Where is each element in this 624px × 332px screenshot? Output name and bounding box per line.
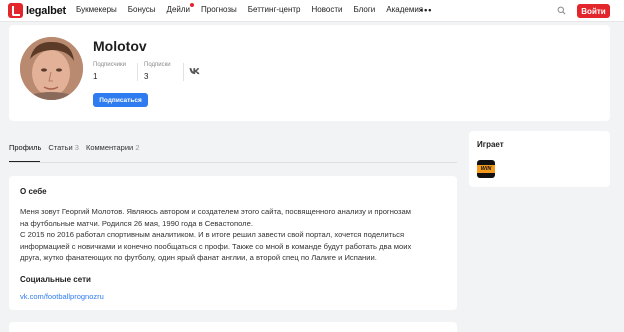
vk-icon[interactable]: [189, 67, 200, 75]
nav-item-blogs[interactable]: Блоги: [353, 5, 375, 14]
legalbet-logo[interactable]: legalbet: [8, 3, 66, 18]
tab-profile[interactable]: Профиль: [9, 143, 41, 152]
vk-profile-link[interactable]: vk.com/footballprognozru: [20, 292, 104, 301]
active-tab-indicator: [9, 161, 40, 162]
top-header: legalbet Букмекеры Бонусы Дейли Прогнозы…: [0, 0, 624, 22]
nav-item-betting-center[interactable]: Беттинг-центр: [248, 5, 301, 14]
nav-item-daily[interactable]: Дейли: [166, 3, 195, 14]
about-line: Меня зовут Георгий Молотов. Являюсь авто…: [20, 207, 411, 216]
subscribers-value: 1: [93, 72, 98, 81]
stat-divider: [183, 63, 184, 81]
social-title: Социальные сети: [20, 275, 91, 284]
about-line: друга, жутко фанатеющих по футболу, один…: [20, 253, 377, 262]
subscribe-button[interactable]: Подписаться: [93, 93, 148, 107]
tab-profile-label: Профиль: [9, 143, 42, 152]
subscriptions-stat[interactable]: Подписки 3: [144, 62, 171, 81]
nav-item-predictions[interactable]: Прогнозы: [201, 5, 237, 14]
login-button[interactable]: Войти: [577, 4, 610, 18]
subscribers-stat[interactable]: Подписчики 1: [93, 62, 126, 81]
stat-divider: [137, 63, 138, 81]
plays-title: Играет: [477, 140, 504, 149]
nav-item-academy[interactable]: Академия: [386, 5, 423, 14]
nav-item-bonuses[interactable]: Бонусы: [128, 5, 156, 14]
plays-card: Играет WIN: [469, 131, 610, 187]
tab-comments-label: Комментарии: [85, 143, 134, 152]
about-line: информацией с новичками и конечно пообща…: [20, 241, 412, 251]
subscriptions-label: Подписки: [144, 62, 171, 68]
nav-item-bookmakers[interactable]: Букмекеры: [76, 5, 117, 14]
avatar: [20, 37, 83, 100]
profile-tabs: Профиль Статьи 3 Комментарии 2: [9, 143, 146, 152]
logo-text: legalbet: [26, 4, 66, 17]
about-card: О себе Меня зовут Георгий Молотов. Являю…: [9, 176, 457, 310]
tab-comments-count: 2: [135, 143, 140, 152]
tab-articles[interactable]: Статьи 3: [48, 143, 79, 152]
bookmaker-logo-text: WIN: [480, 166, 492, 172]
tab-comments[interactable]: Комментарии 2: [86, 143, 140, 152]
next-section-card: [9, 322, 457, 332]
tabs-divider: [9, 162, 457, 163]
more-menu-icon[interactable]: •••: [420, 5, 432, 15]
profile-name: Molotov: [93, 38, 147, 54]
logo-mark-icon: [8, 3, 23, 18]
avatar-photo: [20, 37, 83, 100]
about-line: С 2015 по 2016 работал спортивным аналит…: [20, 230, 405, 239]
notification-dot: [190, 3, 195, 7]
profile-card: Molotov Подписчики 1 Подписки 3 Подписат…: [9, 25, 610, 121]
tab-articles-label: Статьи: [48, 143, 73, 152]
main-nav: Букмекеры Бонусы Дейли Прогнозы Беттинг-…: [76, 3, 434, 14]
nav-item-news[interactable]: Новости: [312, 5, 343, 14]
nav-item-daily-label: Дейли: [166, 5, 191, 14]
about-text: Меня зовут Георгий Молотов. Являюсь авто…: [20, 206, 450, 264]
subscriptions-value: 3: [144, 72, 149, 81]
about-title: О себе: [20, 187, 47, 196]
about-line: на футбольные матчи. Родился 26 мая, 199…: [20, 218, 253, 228]
bookmaker-logo[interactable]: WIN: [477, 160, 495, 178]
subscribers-label: Подписчики: [93, 62, 127, 68]
search-icon[interactable]: [557, 6, 566, 15]
tab-articles-count: 3: [74, 143, 79, 152]
